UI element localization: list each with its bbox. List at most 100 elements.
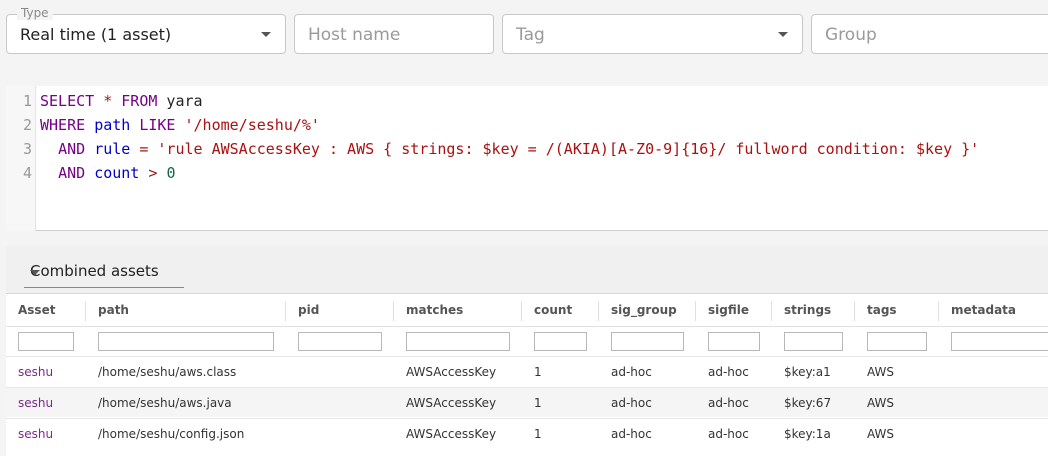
- code-token: 0: [166, 164, 176, 182]
- header-divider: [6, 326, 1048, 327]
- column-divider: [85, 301, 86, 321]
- code-token: yara: [157, 92, 203, 110]
- code-token: FROM: [121, 92, 158, 110]
- code-line-2[interactable]: WHERE path LIKE '/home/seshu/%': [40, 116, 320, 134]
- sigfile-cell: ad-hoc: [708, 427, 749, 441]
- host-name-input[interactable]: Host name: [294, 14, 494, 54]
- results-panel: Combined assets Asset path pid matches c…: [6, 246, 1048, 456]
- strings-cell: $key:a1: [784, 365, 831, 379]
- tag-select[interactable]: Tag: [502, 14, 803, 54]
- path-filter-input[interactable]: [98, 332, 274, 351]
- tags-cell: AWS: [867, 396, 895, 410]
- code-token: *: [94, 92, 122, 110]
- column-header-asset[interactable]: Asset: [18, 303, 55, 317]
- chevron-down-icon: [778, 32, 788, 37]
- metadata-filter-input[interactable]: [951, 332, 1048, 351]
- path-cell: /home/seshu/aws.java: [98, 396, 232, 410]
- asset-link[interactable]: seshu: [18, 365, 53, 379]
- count-cell: 1: [534, 427, 542, 441]
- sigfile-filter-input[interactable]: [708, 332, 760, 351]
- code-token: count: [94, 164, 140, 182]
- filter-bar: Type Real time (1 asset) Host name Tag G…: [0, 0, 1048, 70]
- tag-placeholder: Tag: [516, 25, 545, 45]
- code-token: '/home/seshu/%': [184, 116, 320, 134]
- code-token: WHERE: [40, 116, 86, 134]
- code-line-4[interactable]: AND count > 0: [40, 164, 175, 182]
- code-token: AND: [58, 140, 86, 158]
- path-cell: /home/seshu/config.json: [98, 427, 245, 441]
- column-header-count[interactable]: count: [534, 303, 572, 317]
- column-header-tags[interactable]: tags: [867, 303, 897, 317]
- matches-cell: AWSAccessKey: [406, 365, 497, 379]
- matches-filter-input[interactable]: [406, 332, 510, 351]
- query-editor[interactable]: 1 2 3 4 SELECT * FROM yara WHERE path LI…: [6, 86, 1048, 231]
- tags-cell: AWS: [867, 365, 895, 379]
- tags-filter-input[interactable]: [867, 332, 927, 351]
- code-token: path: [94, 116, 131, 134]
- path-cell: /home/seshu/aws.class: [98, 365, 237, 379]
- count-cell: 1: [534, 365, 542, 379]
- pid-filter-input[interactable]: [298, 332, 382, 351]
- count-filter-input[interactable]: [534, 332, 587, 351]
- column-divider: [285, 301, 286, 321]
- strings-cell: $key:1a: [784, 427, 831, 441]
- line-number: 1: [22, 92, 32, 110]
- strings-filter-input[interactable]: [784, 332, 843, 351]
- line-number-gutter: 1 2 3 4: [6, 86, 36, 231]
- sig-group-cell: ad-hoc: [611, 427, 652, 441]
- asset-link[interactable]: seshu: [18, 427, 53, 441]
- asset-link[interactable]: seshu: [18, 396, 53, 410]
- column-header-path[interactable]: path: [98, 303, 129, 317]
- column-divider: [771, 301, 772, 321]
- results-header: Combined assets: [6, 246, 1048, 294]
- group-placeholder: Group: [825, 25, 877, 45]
- column-divider: [598, 301, 599, 321]
- code-token: LIKE: [139, 116, 176, 134]
- column-divider: [393, 301, 394, 321]
- type-select[interactable]: Type Real time (1 asset): [6, 6, 286, 54]
- count-cell: 1: [534, 396, 542, 410]
- sig-group-cell: ad-hoc: [611, 396, 652, 410]
- table-row[interactable]: seshu /home/seshu/aws.class AWSAccessKey…: [6, 356, 1048, 386]
- asset-filter-input[interactable]: [18, 332, 74, 351]
- view-selector-label: Combined assets: [30, 262, 159, 280]
- line-number: 4: [22, 164, 32, 182]
- column-header-sig-group[interactable]: sig_group: [611, 303, 677, 317]
- matches-cell: AWSAccessKey: [406, 396, 497, 410]
- column-header-pid[interactable]: pid: [298, 303, 319, 317]
- group-select[interactable]: Group: [811, 14, 1048, 54]
- table-row[interactable]: seshu /home/seshu/config.json AWSAccessK…: [6, 418, 1048, 448]
- column-header-strings[interactable]: strings: [784, 303, 831, 317]
- code-token: rule: [94, 140, 131, 158]
- code-token: SELECT: [40, 92, 95, 110]
- column-header-sigfile[interactable]: sigfile: [708, 303, 749, 317]
- column-divider: [854, 301, 855, 321]
- column-divider: [521, 301, 522, 321]
- column-divider: [695, 301, 696, 321]
- matches-cell: AWSAccessKey: [406, 427, 497, 441]
- code-token: 'rule AWSAccessKey : AWS { strings: $key…: [157, 140, 980, 158]
- code-token: >: [139, 164, 167, 182]
- host-name-placeholder: Host name: [308, 25, 401, 45]
- column-header-matches[interactable]: matches: [406, 303, 463, 317]
- code-token: AND: [58, 164, 86, 182]
- chevron-down-icon: [261, 32, 271, 37]
- table-row[interactable]: seshu /home/seshu/aws.java AWSAccessKey …: [6, 387, 1048, 417]
- sigfile-cell: ad-hoc: [708, 396, 749, 410]
- sig-group-filter-input[interactable]: [611, 332, 684, 351]
- type-legend: Type: [17, 6, 53, 20]
- sig-group-cell: ad-hoc: [611, 365, 652, 379]
- code-line-3[interactable]: AND rule = 'rule AWSAccessKey : AWS { st…: [40, 140, 979, 158]
- view-selector[interactable]: Combined assets: [24, 260, 184, 288]
- tags-cell: AWS: [867, 427, 895, 441]
- line-number: 3: [22, 140, 32, 158]
- code-line-1[interactable]: SELECT * FROM yara: [40, 92, 203, 110]
- strings-cell: $key:67: [784, 396, 832, 410]
- type-value: Real time (1 asset): [20, 25, 172, 44]
- column-header-metadata[interactable]: metadata: [951, 303, 1016, 317]
